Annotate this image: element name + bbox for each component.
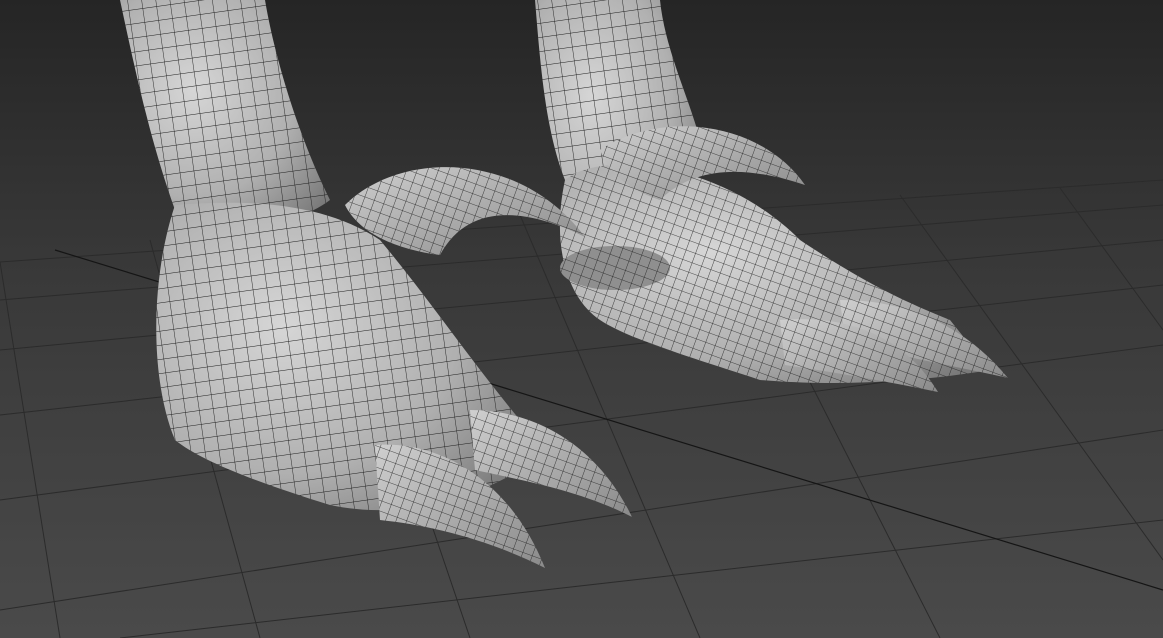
3d-viewport[interactable] — [0, 0, 1163, 638]
viewport-canvas[interactable] — [0, 0, 1163, 638]
